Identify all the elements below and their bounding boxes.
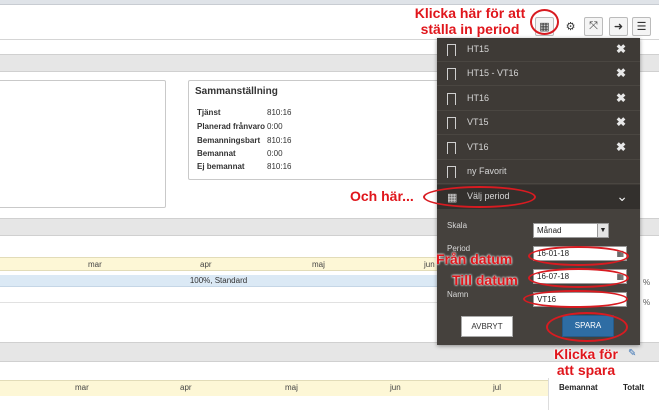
annotation-ring-save (546, 312, 628, 342)
percent-icon: % (643, 278, 651, 287)
annotation-click-save: Klicka för att spara (550, 346, 622, 378)
favorite-item[interactable]: HT15 ✖ (437, 38, 640, 62)
logout-button[interactable]: ➜ (609, 17, 628, 36)
settings-button[interactable]: ⚙ (561, 17, 580, 36)
month-label: maj (312, 260, 325, 269)
bottom-month-row: mar apr maj jun jul (0, 380, 548, 396)
menu-button[interactable]: ☰ (632, 17, 651, 36)
annotation-line: att spara (556, 362, 616, 378)
favorite-label: VT15 (467, 117, 489, 127)
month-label: apr (200, 260, 212, 269)
summary-value: 810:16 (267, 162, 292, 171)
annotation-from-date: Från datum (436, 251, 513, 267)
month-label: jun (390, 383, 401, 392)
annotation-ring-from (528, 246, 629, 266)
favorite-label: VT16 (467, 142, 489, 152)
month-label: mar (75, 383, 89, 392)
cancel-button[interactable]: AVBRYT (461, 316, 513, 337)
bookmark-icon (447, 142, 456, 158)
delete-icon[interactable]: ✖ (616, 115, 626, 129)
annotation-ring-to (528, 268, 629, 288)
percent-icon: % (643, 298, 651, 307)
month-label: apr (180, 383, 192, 392)
table-row (0, 304, 437, 318)
month-label: maj (285, 383, 298, 392)
annotation-ring-calendar (530, 9, 559, 35)
annotation-line: Klicka för (554, 346, 618, 362)
annotation-ring-period (423, 186, 536, 208)
favorite-item[interactable]: VT16 ✖ (437, 136, 640, 160)
summary-value: 0:00 (267, 149, 283, 158)
summary-label: Bemanningsbart (197, 136, 261, 145)
scale-value: Månad (537, 226, 562, 235)
annotation-line: Klicka här för att (414, 5, 526, 21)
edit-icon[interactable]: ✎ (628, 348, 636, 359)
bookmark-icon (447, 93, 456, 109)
left-panel (0, 80, 166, 208)
table-row (0, 289, 437, 303)
fullscreen-button[interactable]: ⤧ (584, 17, 603, 36)
summary-label: Ej bemannat (197, 162, 245, 171)
bookmark-icon (447, 44, 456, 60)
scale-label: Skala (447, 221, 468, 230)
delete-icon[interactable]: ✖ (616, 140, 626, 154)
delete-icon[interactable]: ✖ (616, 42, 626, 56)
delete-icon[interactable]: ✖ (616, 66, 626, 80)
month-label: jul (493, 383, 502, 392)
summary-value: 810:16 (267, 108, 292, 117)
summary-value: 0:00 (267, 122, 283, 131)
favorite-item[interactable]: ny Favorit (437, 160, 640, 184)
exit-icon: ➜ (613, 21, 624, 33)
summary-value: 810:16 (267, 136, 292, 145)
month-label: mar (88, 260, 102, 269)
favorite-item[interactable]: VT15 ✖ (437, 111, 640, 135)
delete-icon[interactable]: ✖ (616, 91, 626, 105)
annotation-ring-name (523, 290, 628, 308)
annotation-and-here: Och här... (350, 188, 414, 204)
annotation-to-date: Till datum (452, 272, 518, 288)
allocation-row: 100%, Standard (0, 275, 437, 287)
bookmark-icon (447, 68, 456, 84)
favorite-label: HT15 - VT16 (467, 68, 519, 78)
column-header-bemannat: Bemannat (559, 383, 598, 392)
favorite-item[interactable]: HT15 - VT16 ✖ (437, 62, 640, 86)
bookmark-icon (447, 117, 456, 133)
annotation-line: ställa in period (420, 21, 520, 37)
annotation-set-period: Klicka här för att ställa in period (407, 5, 533, 37)
select-arrow-icon: ▼ (597, 224, 608, 237)
favorite-label: HT15 (467, 44, 490, 54)
bookmark-icon (447, 166, 456, 182)
summary-label: Bemannat (197, 149, 236, 158)
hamburger-icon: ☰ (636, 21, 647, 33)
month-header-row: mar apr maj jun (0, 257, 437, 271)
favorite-item[interactable]: HT16 ✖ (437, 87, 640, 111)
favorite-label: ny Favorit (467, 166, 507, 176)
bottom-summary-header: Bemannat Totalt (548, 378, 659, 410)
month-label: jun (424, 260, 435, 269)
summary-label: Tjänst (197, 108, 221, 117)
scale-select[interactable]: Månad ▼ (533, 223, 609, 238)
chevron-down-icon: ⌄ (616, 188, 628, 204)
app-toolbar: ▦ ⚙ ⤧ ➜ ☰ (0, 5, 659, 40)
gear-icon: ⚙ (565, 21, 576, 33)
summary-title: Sammanställning (195, 86, 278, 97)
favorite-label: HT16 (467, 93, 490, 103)
expand-icon: ⤧ (589, 20, 598, 32)
summary-panel: Sammanställning Tjänst 810:16 Planerad f… (188, 80, 440, 180)
summary-label: Planerad frånvaro (197, 122, 266, 131)
name-label: Namn (447, 290, 469, 299)
column-header-totalt: Totalt (623, 383, 645, 392)
